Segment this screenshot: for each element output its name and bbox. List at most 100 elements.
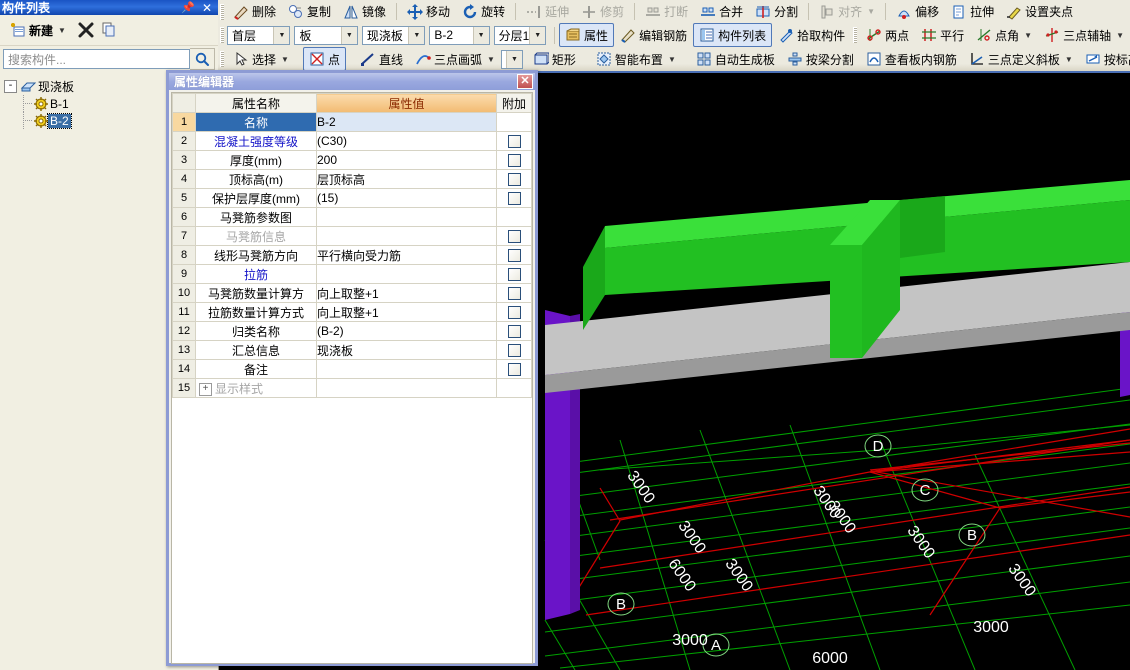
toolbar-button-arc[interactable]: 三点画弧 ▼ (409, 47, 501, 71)
attach-cell[interactable] (496, 283, 532, 303)
chevron-down-icon[interactable]: ▼ (529, 26, 546, 44)
delete-x-icon[interactable] (77, 21, 95, 39)
attach-cell[interactable] (496, 150, 532, 170)
toolbar-button-point-angle[interactable]: 点角 ▼ (970, 23, 1038, 47)
attach-checkbox[interactable] (507, 306, 521, 320)
chevron-down-icon[interactable]: ▼ (1065, 55, 1073, 64)
toolbar-button-mirror[interactable]: 镜像 (337, 0, 392, 23)
property-row[interactable]: 13 汇总信息 现浇板 (172, 340, 532, 360)
toolbar-button-delete[interactable]: 删除 (227, 0, 282, 23)
attach-cell[interactable] (496, 207, 532, 227)
toolbar-button-properties[interactable]: 属性 (559, 23, 615, 47)
chevron-down-icon[interactable]: ▼ (340, 26, 357, 44)
toolbar-button-parallel[interactable]: 平行 (915, 23, 970, 47)
toolbar-button-rectangle[interactable]: 矩形 (527, 47, 582, 71)
property-value-cell[interactable]: 向上取整+1 (316, 302, 497, 322)
attach-checkbox[interactable] (507, 192, 521, 206)
close-icon[interactable]: ✕ (202, 1, 212, 15)
toolbar-button-offset[interactable]: 偏移 (890, 0, 945, 23)
search-input[interactable]: 搜索构件... (3, 49, 190, 69)
toolbar-button-three-point-axis[interactable]: 三点辅轴 ▼ (1038, 23, 1130, 47)
toolbar-button-three-point-slope[interactable]: 三点定义斜板 ▼ (963, 47, 1079, 71)
toolbar-button-auto-slab[interactable]: 自动生成板 (690, 47, 781, 71)
toolbar-grip[interactable] (220, 3, 224, 20)
toolbar-button-stretch[interactable]: 拉伸 (945, 0, 1000, 23)
dialog-title-bar[interactable]: 属性编辑器 ✕ (169, 73, 535, 90)
property-value-cell[interactable] (316, 359, 497, 379)
property-value-cell[interactable]: 200 (316, 150, 497, 170)
toolbar-button-pick-component[interactable]: 拾取构件 (772, 23, 851, 47)
new-component-button[interactable]: 新建 ▼ (4, 18, 72, 42)
property-value-cell[interactable]: 平行横向受力筋 (316, 245, 497, 265)
attach-checkbox[interactable] (507, 363, 521, 377)
search-button[interactable] (190, 48, 215, 70)
attach-cell[interactable] (496, 264, 532, 284)
attach-checkbox[interactable] (507, 249, 521, 263)
property-row[interactable]: 5 保护层厚度(mm) (15) (172, 188, 532, 208)
property-value-cell[interactable]: 现浇板 (316, 340, 497, 360)
chevron-down-icon[interactable]: ▼ (505, 50, 522, 68)
toolbar-grip[interactable] (220, 51, 224, 67)
component-select[interactable]: B-2 ▼ (429, 25, 490, 45)
property-row[interactable]: 12 归类名称 (B-2) (172, 321, 532, 341)
attach-cell[interactable] (496, 131, 532, 151)
chevron-down-icon[interactable]: ▼ (487, 55, 495, 64)
copy-icon[interactable] (100, 21, 118, 39)
chevron-down-icon[interactable]: ▼ (668, 55, 676, 64)
attach-cell[interactable] (496, 359, 532, 379)
toolbar-button-split-by-beam[interactable]: 按梁分割 (781, 47, 860, 71)
toolbar-grip[interactable] (853, 27, 858, 43)
attach-checkbox[interactable] (507, 287, 521, 301)
attach-cell[interactable] (496, 378, 532, 398)
attach-cell[interactable] (496, 188, 532, 208)
property-row[interactable]: 10 马凳筋数量计算方 向上取整+1 (172, 283, 532, 303)
attach-cell[interactable] (496, 302, 532, 322)
attach-checkbox[interactable] (507, 154, 521, 168)
attach-cell[interactable] (496, 321, 532, 341)
toolbar-button-split[interactable]: 分割 (749, 0, 804, 23)
property-row[interactable]: 11 拉筋数量计算方式 向上取整+1 (172, 302, 532, 322)
floor-select[interactable]: 首层 ▼ (227, 25, 291, 45)
toolbar-button-edit-rebar[interactable]: 编辑钢筋 (614, 23, 693, 47)
layer-select[interactable]: 分层1 ▼ (493, 25, 547, 45)
close-icon[interactable]: ✕ (517, 74, 533, 89)
property-row[interactable]: 9 拉筋 (172, 264, 532, 284)
attach-checkbox[interactable] (507, 135, 521, 149)
component-type-select[interactable]: 现浇板 ▼ (361, 25, 426, 45)
attach-checkbox[interactable] (507, 230, 521, 244)
attach-checkbox[interactable] (507, 325, 521, 339)
property-row[interactable]: 14 备注 (172, 359, 532, 379)
property-value-cell[interactable]: (C30) (316, 131, 497, 151)
chevron-down-icon[interactable]: ▼ (1116, 31, 1124, 40)
toolbar-button-point[interactable]: 点 (302, 47, 346, 71)
property-value-cell[interactable]: (15) (316, 188, 497, 208)
toolbar-grip[interactable] (220, 27, 224, 43)
attach-cell[interactable] (496, 340, 532, 360)
category-select[interactable]: 板 ▼ (294, 25, 358, 45)
toolbar-button-copy[interactable]: 复制 (282, 0, 337, 23)
toolbar-button-move[interactable]: 移动 (401, 0, 456, 23)
chevron-down-icon[interactable]: ▼ (273, 26, 290, 44)
chevron-down-icon[interactable]: ▼ (472, 26, 489, 44)
property-row[interactable]: 6 马凳筋参数图 (172, 207, 532, 227)
toolbar-button-line[interactable]: 直线 (354, 47, 409, 71)
property-row[interactable]: 2 混凝土强度等级 (C30) (172, 131, 532, 151)
property-value-cell[interactable] (316, 226, 497, 246)
toolbar-button-two-point[interactable]: 两点 (860, 23, 915, 47)
toolbar-button-batch-elevation[interactable]: 按标高批量 (1079, 47, 1130, 71)
attach-cell[interactable] (496, 169, 532, 189)
attach-cell[interactable] (496, 245, 532, 265)
property-row[interactable]: 15 + 显示样式 (172, 378, 532, 398)
property-value-cell[interactable]: 向上取整+1 (316, 283, 497, 303)
attach-checkbox[interactable] (507, 173, 521, 187)
attach-cell[interactable] (496, 112, 532, 132)
property-value-cell[interactable] (316, 378, 497, 398)
attach-checkbox[interactable] (507, 344, 521, 358)
expander-icon[interactable]: + (199, 382, 212, 396)
pin-icon[interactable]: 📌 (181, 1, 195, 14)
chevron-down-icon[interactable]: ▼ (281, 55, 289, 64)
shape-select[interactable]: ▼ (500, 49, 523, 69)
property-value-cell[interactable]: (B-2) (316, 321, 497, 341)
property-value-cell[interactable] (316, 264, 497, 284)
toolbar-button-set-grip[interactable]: 设置夹点 (1000, 0, 1079, 23)
